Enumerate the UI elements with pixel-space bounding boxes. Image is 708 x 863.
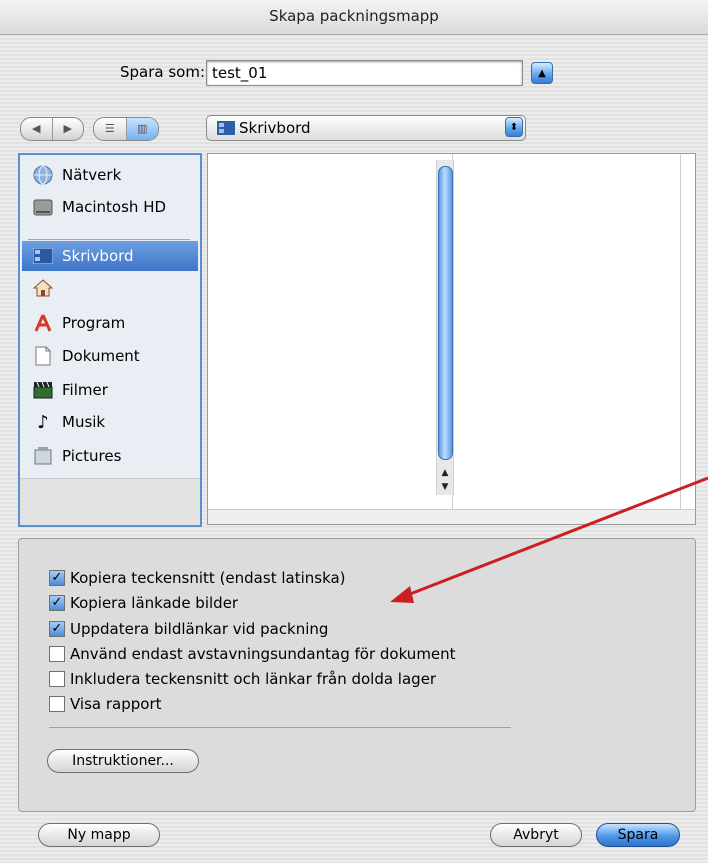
sidebar-item-label: Pictures bbox=[62, 447, 122, 465]
documents-icon bbox=[32, 345, 54, 367]
checkmark-icon: ✓ bbox=[49, 595, 65, 611]
options-divider bbox=[49, 727, 511, 728]
sidebar-item-music[interactable]: ♪ Musik bbox=[22, 407, 198, 437]
collapse-dialog-button[interactable]: ▲ bbox=[531, 62, 553, 84]
applications-icon bbox=[32, 312, 54, 334]
checkbox-label: Visa rapport bbox=[70, 695, 162, 713]
checkmark-icon: ✓ bbox=[49, 570, 65, 586]
sidebar-item-label: Musik bbox=[62, 413, 106, 431]
pictures-icon bbox=[32, 445, 54, 467]
dialog-title: Skapa packningsmapp bbox=[269, 7, 439, 25]
window-titlebar: Skapa packningsmapp bbox=[0, 0, 708, 35]
sidebar-item-label: Program bbox=[62, 314, 126, 332]
column-view-icon[interactable]: ▥ bbox=[125, 118, 158, 140]
save-button[interactable]: Spara bbox=[596, 823, 680, 847]
checkbox-label: Använd endast avstavningsundantag för do… bbox=[70, 645, 456, 663]
checkbox-show-report[interactable]: Visa rapport bbox=[49, 695, 162, 713]
hard-drive-icon bbox=[32, 196, 54, 218]
sidebar-item-label: Filmer bbox=[62, 381, 108, 399]
sidebar-footer bbox=[20, 478, 200, 525]
checkbox-label: Kopiera länkade bilder bbox=[70, 594, 239, 612]
location-popup-label: Skrivbord bbox=[239, 119, 311, 137]
new-folder-button[interactable]: Ny mapp bbox=[38, 823, 160, 847]
sidebar-item-label: Macintosh HD bbox=[62, 198, 167, 216]
checkbox-copy-fonts[interactable]: ✓ Kopiera teckensnitt (endast latinska) bbox=[49, 569, 346, 587]
music-note-icon: ♪ bbox=[37, 411, 49, 433]
sidebar-item-label: Nätverk bbox=[62, 166, 122, 184]
view-mode-buttons[interactable]: ☰ ▥ bbox=[93, 117, 159, 141]
sidebar-item-movies[interactable]: Filmer bbox=[22, 375, 198, 405]
network-globe-icon bbox=[32, 164, 54, 186]
desktop-icon bbox=[32, 245, 54, 267]
checkbox-box bbox=[49, 671, 65, 687]
sidebar-item-desktop[interactable]: Skrivbord bbox=[22, 241, 198, 271]
scroll-up-arrow-icon[interactable]: ▲ bbox=[439, 468, 451, 482]
options-panel: ✓ Kopiera teckensnitt (endast latinska) … bbox=[18, 538, 696, 812]
checkbox-box bbox=[49, 646, 65, 662]
back-arrow-icon[interactable]: ◀ bbox=[21, 118, 52, 140]
checkmark-icon: ✓ bbox=[49, 621, 65, 637]
checkbox-label: Uppdatera bildlänkar vid packning bbox=[70, 620, 329, 638]
instructions-button[interactable]: Instruktioner... bbox=[47, 749, 199, 773]
sidebar: Nätverk Macintosh HD Skrivbord Program D… bbox=[18, 153, 202, 527]
file-browser-columns[interactable]: ▲ ▼ bbox=[207, 153, 696, 525]
horizontal-scrollbar[interactable] bbox=[208, 509, 695, 524]
desktop-icon bbox=[217, 121, 235, 135]
popup-arrows-icon: ⬍ bbox=[505, 117, 523, 137]
sidebar-item-macintosh-hd[interactable]: Macintosh HD bbox=[22, 192, 198, 222]
checkbox-update-image-links[interactable]: ✓ Uppdatera bildlänkar vid packning bbox=[49, 620, 328, 638]
movies-clapper-icon bbox=[32, 379, 54, 401]
sidebar-item-label: Dokument bbox=[62, 347, 140, 365]
save-as-label: Spara som: bbox=[120, 63, 206, 81]
save-as-input[interactable] bbox=[206, 60, 523, 86]
checkbox-hyphenation-exceptions[interactable]: Använd endast avstavningsundantag för do… bbox=[49, 645, 456, 663]
location-popup[interactable]: Skrivbord ⬍ bbox=[206, 115, 526, 141]
cancel-button[interactable]: Avbryt bbox=[490, 823, 582, 847]
checkbox-label: Kopiera teckensnitt (endast latinska) bbox=[70, 569, 346, 587]
checkbox-copy-linked-images[interactable]: ✓ Kopiera länkade bilder bbox=[49, 594, 238, 612]
checkbox-include-hidden-layers[interactable]: Inkludera teckensnitt och länkar från do… bbox=[49, 670, 436, 688]
checkbox-label: Inkludera teckensnitt och länkar från do… bbox=[70, 670, 437, 688]
back-forward-buttons[interactable]: ◀ ▶ bbox=[20, 117, 84, 141]
sidebar-item-documents[interactable]: Dokument bbox=[22, 341, 198, 371]
forward-arrow-icon[interactable]: ▶ bbox=[51, 118, 84, 140]
scrollbar-thumb[interactable] bbox=[438, 166, 453, 460]
scroll-down-arrow-icon[interactable]: ▼ bbox=[439, 482, 451, 496]
sidebar-item-home[interactable] bbox=[22, 273, 198, 303]
sidebar-item-label: Skrivbord bbox=[62, 247, 134, 265]
sidebar-item-pictures[interactable]: Pictures bbox=[22, 441, 198, 471]
checkbox-box bbox=[49, 696, 65, 712]
triangle-up-icon: ▲ bbox=[538, 67, 546, 79]
sidebar-divider bbox=[28, 239, 190, 240]
sidebar-item-applications[interactable]: Program bbox=[22, 308, 198, 338]
list-view-icon[interactable]: ☰ bbox=[94, 118, 126, 140]
column-scrollbar[interactable]: ▲ ▼ bbox=[436, 160, 454, 495]
sidebar-item-network[interactable]: Nätverk bbox=[22, 160, 198, 190]
column-divider bbox=[680, 154, 681, 510]
home-icon bbox=[32, 277, 54, 299]
